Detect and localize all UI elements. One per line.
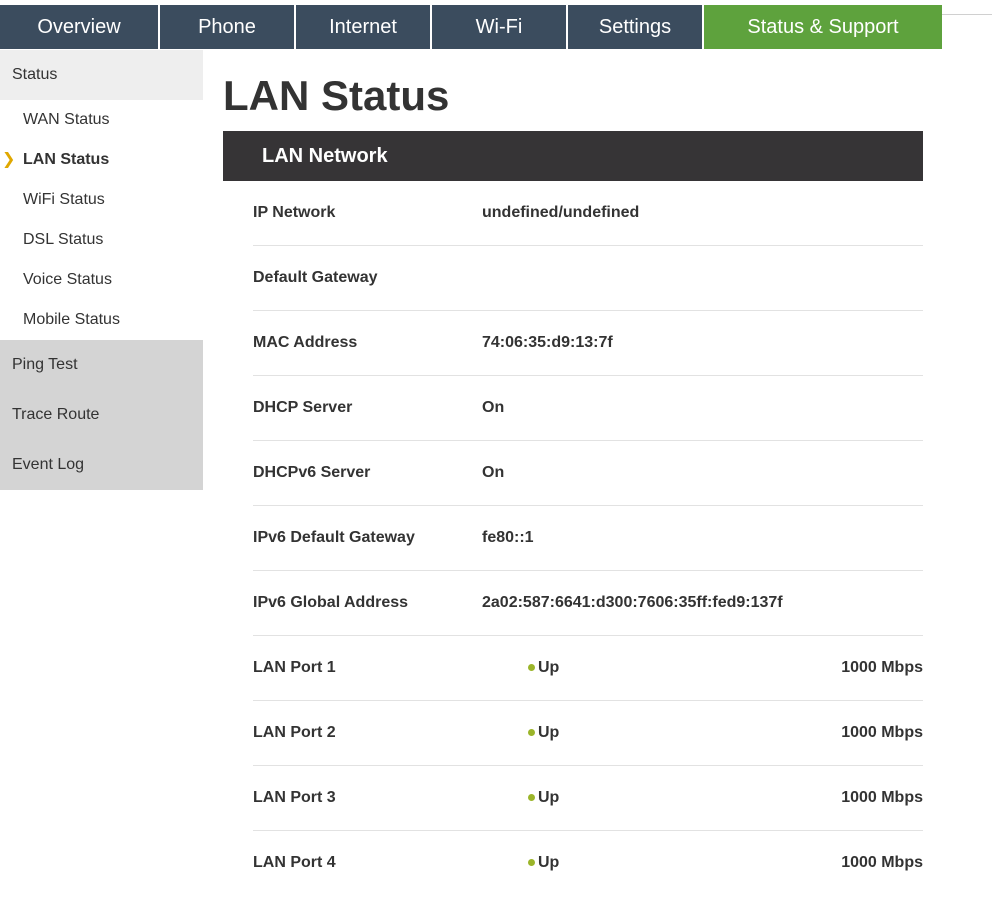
sidebar-tools-group: Ping Test Trace Route Event Log	[0, 340, 203, 490]
row-value: 2a02:587:6641:d300:7606:35ff:fed9:137f	[482, 594, 783, 611]
sidebar-item-lan-status[interactable]: ❯ LAN Status	[0, 140, 203, 180]
sidebar-item-label: Voice Status	[23, 271, 112, 288]
sidebar-item-ping-test[interactable]: Ping Test	[0, 340, 203, 390]
lan-info-table: IP Network undefined/undefined Default G…	[253, 181, 923, 895]
info-row-ip-network: IP Network undefined/undefined	[253, 181, 923, 246]
section-header: LAN Network	[223, 131, 923, 181]
sidebar: Status WAN Status ❯ LAN Status WiFi Stat…	[0, 50, 203, 490]
port-label: LAN Port 4	[253, 854, 336, 871]
page-title: LAN Status	[223, 72, 450, 119]
port-speed: 1000 Mbps	[841, 724, 923, 741]
row-label: IPv6 Default Gateway	[253, 529, 415, 546]
chevron-right-icon: ❯	[2, 151, 16, 168]
row-value: undefined/undefined	[482, 204, 640, 221]
port-status-text: Up	[538, 724, 560, 741]
sidebar-item-label: Mobile Status	[23, 311, 120, 328]
port-speed: 1000 Mbps	[841, 659, 923, 676]
sidebar-item-status[interactable]: Status	[0, 50, 203, 100]
status-dot-icon	[528, 664, 535, 671]
row-value: On	[482, 464, 505, 481]
status-dot-icon	[528, 859, 535, 866]
sidebar-item-label: WAN Status	[23, 111, 110, 128]
port-label: LAN Port 1	[253, 659, 336, 676]
port-status: Up	[528, 636, 559, 700]
tab-settings[interactable]: Settings	[568, 5, 704, 49]
row-value: 74:06:35:d9:13:7f	[482, 334, 613, 351]
tab-status-support[interactable]: Status & Support	[704, 5, 942, 49]
info-row-dhcpv6-server: DHCPv6 Server On	[253, 441, 923, 506]
row-label: IPv6 Global Address	[253, 594, 409, 611]
info-row-ipv6-default-gateway: IPv6 Default Gateway fe80::1	[253, 506, 923, 571]
sidebar-item-label: DSL Status	[23, 231, 104, 248]
row-value: On	[482, 399, 505, 416]
port-row-lan-4: LAN Port 4 Up 1000 Mbps	[253, 831, 923, 895]
row-label: IP Network	[253, 204, 336, 221]
tab-phone[interactable]: Phone	[160, 5, 296, 49]
tab-internet[interactable]: Internet	[296, 5, 432, 49]
port-status: Up	[528, 766, 559, 830]
tab-wifi[interactable]: Wi-Fi	[432, 5, 568, 49]
sidebar-item-label: LAN Status	[23, 151, 110, 168]
sidebar-item-voice-status[interactable]: Voice Status	[0, 260, 203, 300]
info-row-ipv6-global-address: IPv6 Global Address 2a02:587:6641:d300:7…	[253, 571, 923, 636]
sidebar-item-dsl-status[interactable]: DSL Status	[0, 220, 203, 260]
port-status-text: Up	[538, 659, 560, 676]
port-status: Up	[528, 831, 559, 895]
status-dot-icon	[528, 794, 535, 801]
info-row-default-gateway: Default Gateway	[253, 246, 923, 311]
port-label: LAN Port 3	[253, 789, 336, 806]
sidebar-item-label: WiFi Status	[23, 191, 105, 208]
sidebar-item-wifi-status[interactable]: WiFi Status	[0, 180, 203, 220]
port-status: Up	[528, 701, 559, 765]
port-label: LAN Port 2	[253, 724, 336, 741]
sidebar-item-trace-route[interactable]: Trace Route	[0, 390, 203, 440]
port-status-text: Up	[538, 789, 560, 806]
sidebar-item-event-log[interactable]: Event Log	[0, 440, 203, 490]
main-nav: Overview Phone Internet Wi-Fi Settings S…	[0, 5, 942, 49]
port-row-lan-1: LAN Port 1 Up 1000 Mbps	[253, 636, 923, 701]
tab-overview[interactable]: Overview	[0, 5, 160, 49]
port-status-text: Up	[538, 854, 560, 871]
info-row-mac-address: MAC Address 74:06:35:d9:13:7f	[253, 311, 923, 376]
port-row-lan-3: LAN Port 3 Up 1000 Mbps	[253, 766, 923, 831]
row-label: DHCPv6 Server	[253, 464, 371, 481]
status-dot-icon	[528, 729, 535, 736]
row-value: fe80::1	[482, 529, 534, 546]
row-label: MAC Address	[253, 334, 358, 351]
port-speed: 1000 Mbps	[841, 789, 923, 806]
row-label: DHCP Server	[253, 399, 353, 416]
port-row-lan-2: LAN Port 2 Up 1000 Mbps	[253, 701, 923, 766]
row-label: Default Gateway	[253, 269, 378, 286]
info-row-dhcp-server: DHCP Server On	[253, 376, 923, 441]
port-speed: 1000 Mbps	[841, 854, 923, 871]
sidebar-item-mobile-status[interactable]: Mobile Status	[0, 300, 203, 340]
sidebar-item-wan-status[interactable]: WAN Status	[0, 100, 203, 140]
